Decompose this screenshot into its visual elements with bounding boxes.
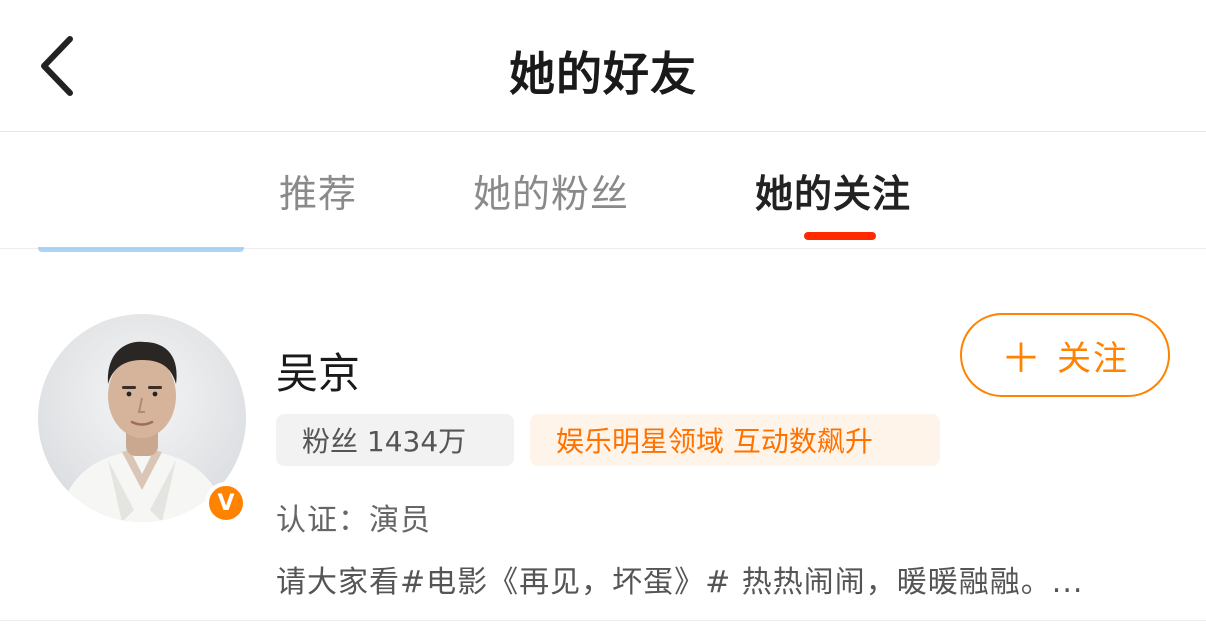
certification-text: 认证：演员	[276, 503, 431, 538]
latest-post-text[interactable]: 请大家看#电影《再见，坏蛋》# 热热闹闹，暖暖融融。...	[276, 557, 1166, 601]
top-nav-bar: 她的好友	[0, 0, 1206, 132]
follow-button[interactable]: ＋ 关注	[960, 313, 1170, 397]
tab-recommend[interactable]: 推荐	[279, 163, 357, 218]
user-list-item[interactable]: V 吴京 ＋ 关注 粉丝 1434万 娱乐明星领域 互动数飙升 认证：演员 请大…	[0, 252, 1206, 627]
plus-icon: ＋	[1001, 336, 1043, 382]
divider	[0, 620, 1206, 621]
active-tab-indicator	[804, 232, 876, 240]
page-title: 她的好友	[509, 47, 697, 101]
tab-her-fans[interactable]: 她的粉丝	[473, 163, 629, 218]
follow-button-label: 关注	[1057, 338, 1129, 379]
tab-her-following[interactable]: 她的关注	[755, 163, 911, 218]
hot-topic-tag[interactable]: 娱乐明星领域 互动数飙升	[530, 414, 940, 466]
tab-bar: 推荐 她的粉丝 她的关注	[0, 133, 1206, 249]
verified-badge: V	[205, 482, 247, 524]
fans-count-tag: 粉丝 1434万	[276, 414, 514, 466]
user-name[interactable]: 吴京	[276, 340, 360, 401]
